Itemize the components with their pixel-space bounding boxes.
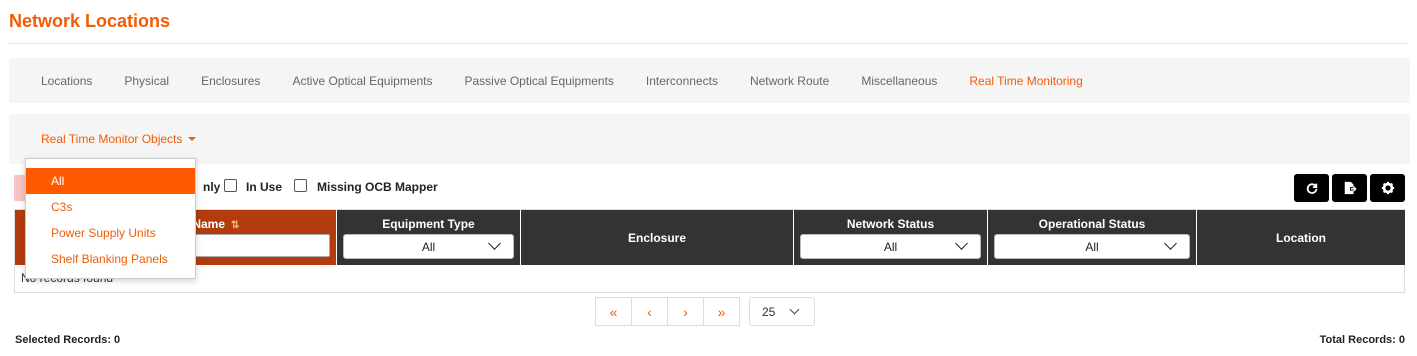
tab-enclosures[interactable]: Enclosures bbox=[201, 74, 260, 88]
operational-status-filter-select[interactable]: All bbox=[994, 234, 1190, 259]
refresh-icon bbox=[1306, 183, 1317, 194]
sort-ascending-icon: ⇅ bbox=[231, 220, 240, 231]
menu-item-c3s[interactable]: C3s bbox=[26, 194, 195, 220]
main-tab-bar: Locations Physical Enclosures Active Opt… bbox=[9, 58, 1410, 103]
menu-item-shelf-blanking-panels[interactable]: Shelf Blanking Panels bbox=[26, 246, 195, 272]
column-enclosure[interactable]: Enclosure bbox=[521, 210, 794, 265]
column-location[interactable]: Location bbox=[1197, 210, 1405, 265]
missing-ocb-mapper-label: Missing OCB Mapper bbox=[317, 180, 438, 194]
column-label: Network Status bbox=[846, 217, 935, 231]
missing-ocb-mapper-checkbox[interactable] bbox=[294, 179, 307, 192]
in-use-label: In Use bbox=[246, 180, 283, 194]
title-divider bbox=[9, 43, 1408, 44]
tab-real-time-monitoring[interactable]: Real Time Monitoring bbox=[969, 74, 1082, 88]
display-name-filter-input[interactable] bbox=[185, 234, 330, 257]
menu-item-power-supply-units[interactable]: Power Supply Units bbox=[26, 220, 195, 246]
column-label: Enclosure bbox=[627, 231, 687, 245]
data-table: play Name⇅ Equipment Type All Enclosure … bbox=[14, 209, 1405, 293]
total-records-count: Total Records: 0 bbox=[1319, 334, 1405, 346]
column-network-status[interactable]: Network Status All bbox=[794, 210, 988, 265]
refresh-button[interactable] bbox=[1294, 174, 1329, 202]
last-page-button[interactable]: » bbox=[703, 297, 740, 326]
export-button[interactable] bbox=[1332, 174, 1367, 202]
page-size-value: 25 bbox=[762, 305, 776, 319]
page-title: Network Locations bbox=[9, 11, 171, 31]
tab-passive-optical-equipments[interactable]: Passive Optical Equipments bbox=[465, 74, 614, 88]
next-page-button[interactable]: › bbox=[667, 297, 704, 326]
menu-item-all[interactable]: All bbox=[26, 168, 195, 194]
column-equipment-type[interactable]: Equipment Type All bbox=[337, 210, 521, 265]
equipment-type-filter-select[interactable]: All bbox=[343, 234, 514, 259]
caret-down-icon bbox=[188, 137, 197, 141]
tab-physical[interactable]: Physical bbox=[124, 74, 169, 88]
column-label: Operational Status bbox=[1038, 217, 1146, 231]
table-header: play Name⇅ Equipment Type All Enclosure … bbox=[15, 210, 1405, 265]
tab-miscellaneous[interactable]: Miscellaneous bbox=[861, 74, 937, 88]
gear-icon bbox=[1381, 181, 1394, 195]
tab-active-optical-equipments[interactable]: Active Optical Equipments bbox=[292, 74, 432, 88]
page-size-select[interactable]: 25 bbox=[749, 297, 815, 326]
first-page-button[interactable]: « bbox=[595, 297, 632, 326]
export-icon bbox=[1344, 181, 1357, 195]
tab-interconnects[interactable]: Interconnects bbox=[646, 74, 718, 88]
column-operational-status[interactable]: Operational Status All bbox=[988, 210, 1197, 265]
sub-tab-bar: Real Time Monitor Objects bbox=[9, 114, 1410, 164]
checkbox-label-partial: nly bbox=[203, 180, 221, 194]
column-label: Equipment Type bbox=[382, 217, 475, 231]
select-value: All bbox=[883, 240, 898, 254]
prev-page-button[interactable]: ‹ bbox=[631, 297, 668, 326]
tab-network-route[interactable]: Network Route bbox=[750, 74, 829, 88]
in-use-checkbox[interactable] bbox=[224, 179, 237, 192]
network-status-filter-select[interactable]: All bbox=[800, 234, 981, 259]
settings-button[interactable] bbox=[1370, 174, 1405, 202]
chevron-down-icon bbox=[789, 304, 800, 315]
column-label: Location bbox=[1276, 231, 1326, 245]
dropdown-label: Real Time Monitor Objects bbox=[41, 132, 183, 146]
monitor-objects-menu: All C3s Power Supply Units Shelf Blankin… bbox=[25, 158, 196, 279]
real-time-monitor-objects-dropdown[interactable]: Real Time Monitor Objects bbox=[41, 132, 197, 146]
tab-locations[interactable]: Locations bbox=[41, 74, 92, 88]
pagination: « ‹ › » bbox=[595, 297, 740, 326]
selected-records-count: Selected Records: 0 bbox=[15, 334, 121, 346]
select-value: All bbox=[1085, 240, 1099, 254]
